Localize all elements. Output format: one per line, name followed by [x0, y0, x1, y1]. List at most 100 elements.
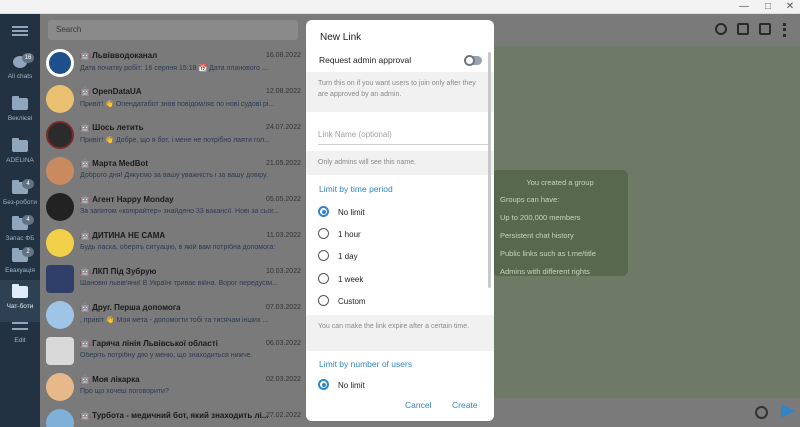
chat-name: 🤖 OpenDataUA [80, 87, 142, 96]
chat-preview: За запитом «копірайтер» знайдено 33 вака… [80, 208, 279, 215]
chat-row[interactable]: 🤖 Моя лікарка 02.03.2022 Про що хочеш по… [40, 370, 305, 406]
menu-icon[interactable] [12, 26, 28, 36]
chat-date: 05.05.2022 [265, 196, 301, 203]
radio-1-hour[interactable] [318, 228, 329, 239]
emoji-icon[interactable] [755, 406, 768, 419]
avatar [46, 193, 74, 221]
chat-name: 🤖 Шось летить [80, 123, 144, 132]
chat-name: 🤖 Агент Happy Monday [80, 195, 174, 204]
avatar [46, 265, 74, 293]
radio-custom[interactable] [318, 295, 329, 306]
send-icon[interactable] [781, 404, 795, 418]
radio-users-no-limit[interactable] [318, 379, 329, 390]
approval-hint: Turn this on if you want users to join o… [306, 72, 494, 112]
unread-badge: 4 [22, 215, 34, 225]
folder-label: Без-роботи [3, 199, 37, 206]
radio-label: Custom [338, 297, 366, 306]
folder-icon [12, 138, 28, 152]
folder-label: Чат-боти [6, 303, 34, 310]
maximize-button[interactable]: □ [756, 0, 780, 14]
approval-label: Request admin approval [319, 55, 412, 65]
radio-1-week[interactable] [318, 273, 329, 284]
group-info-line: Public links such as t.me/title [500, 249, 596, 258]
chat-name: 🤖 ЛКП Під Зубрую [80, 267, 157, 276]
chat-row[interactable]: 🤖 Друг. Перша допомога 07.03.2022 , прив… [40, 298, 305, 334]
group-info-line: Up to 200,000 members [500, 213, 581, 222]
approval-toggle[interactable] [464, 55, 482, 66]
folder-label: ADELINA [6, 157, 34, 164]
radio-label: No limit [338, 208, 365, 217]
dialog-scrollbar[interactable] [488, 52, 491, 288]
link-name-input[interactable]: Link Name (optional) [318, 130, 488, 145]
chat-date: 02.03.2022 [265, 376, 301, 383]
chat-date: 27.02.2022 [265, 412, 301, 419]
chat-date: 06.03.2022 [265, 340, 301, 347]
cancel-button[interactable]: Cancel [405, 400, 431, 410]
radio-no-limit[interactable] [318, 206, 329, 217]
radio-label: No limit [338, 381, 365, 390]
window-titlebar: — □ ✕ [0, 0, 800, 14]
create-button[interactable]: Create [452, 400, 478, 410]
unread-badge: 16 [22, 53, 34, 63]
chat-date: 16.08.2022 [265, 52, 301, 59]
avatar [46, 121, 74, 149]
chat-date: 24.07.2022 [265, 124, 301, 131]
folder-all-chats[interactable]: 16 All chats [0, 50, 40, 92]
folder-item[interactable]: Веклієві [0, 92, 40, 134]
edit-folders[interactable]: Edit [0, 314, 40, 356]
chat-preview: Привіт! 👋 Добре, що я бот, і мене не пот… [80, 137, 270, 144]
chat-row[interactable]: 🤖 OpenDataUA 12.08.2022 Привіт! 👋 Опенда… [40, 82, 305, 118]
dialog-title: New Link [320, 32, 362, 43]
chat-row[interactable]: 🤖 ДИТИНА НЕ САМА 11.03.2022 Будь ласка, … [40, 226, 305, 262]
chat-name: 🤖 Турбота - медичний бот, який знаходить… [80, 411, 269, 420]
search-icon[interactable] [715, 23, 727, 35]
avatar [46, 229, 74, 257]
folder-item[interactable]: ADELINA [0, 134, 40, 176]
folder-label: Евакуація [5, 267, 35, 274]
avatar [46, 49, 74, 77]
minimize-button[interactable]: — [732, 0, 756, 14]
new-link-dialog: New Link Request admin approval Turn thi… [306, 20, 494, 421]
chat-icon[interactable] [737, 23, 749, 35]
chat-name: 🤖 Друг. Перша допомога [80, 303, 181, 312]
close-window-button[interactable]: ✕ [778, 0, 800, 14]
chat-preview: Про що хочеш поговорити? [80, 388, 169, 395]
chat-preview: Дата початку робіт: 16 серпня 15:18 📆 Да… [80, 65, 268, 72]
chat-row[interactable]: 🤖 Турбота - медичний бот, який знаходить… [40, 406, 305, 427]
folder-icon [12, 96, 28, 110]
chat-preview: Доброго дня! Дякуємо за вашу уважність і… [80, 172, 268, 179]
folder-label: Запас ФБ [5, 235, 35, 242]
chat-name: 🤖 ДИТИНА НЕ САМА [80, 231, 166, 240]
chat-row[interactable]: 🤖 ЛКП Під Зубрую 10.03.2022 Шановні льві… [40, 262, 305, 298]
dialog-footer: Cancel Create [306, 390, 494, 421]
more-icon[interactable] [783, 23, 786, 37]
avatar [46, 85, 74, 113]
search-input[interactable]: Search [48, 20, 298, 40]
chat-row[interactable]: 🤖 Агент Happy Monday 05.05.2022 За запит… [40, 190, 305, 226]
chat-list: Search 🤖 Львівводоканал 16.08.2022 Дата … [40, 14, 305, 427]
chat-preview: Привіт! 👋 Опендатабот знов повідомляє по… [80, 101, 275, 108]
avatar [46, 337, 74, 365]
chat-date: 12.08.2022 [265, 88, 301, 95]
chat-date: 07.03.2022 [265, 304, 301, 311]
group-info-line: Admins with different rights [500, 267, 590, 276]
link-name-hint: Only admins will see this name. [306, 151, 494, 175]
folder-label: Edit [14, 337, 26, 344]
chat-date: 21.05.2022 [265, 160, 301, 167]
time-limit-hint: You can make the link expire after a cer… [306, 315, 494, 351]
sidebar-toggle-icon[interactable] [759, 23, 771, 35]
folder-icon [12, 284, 28, 298]
radio-1-day[interactable] [318, 250, 329, 261]
chat-row[interactable]: 🤖 Гаряча лінія Львівської області 06.03.… [40, 334, 305, 370]
chat-row[interactable]: 🤖 Львівводоканал 16.08.2022 Дата початку… [40, 46, 305, 82]
avatar [46, 373, 74, 401]
chat-preview: , привіт 👋 Моя мета - допомогти тобі та … [80, 317, 269, 324]
chat-preview: Оберіть потрібну дію у меню, що знаходит… [80, 352, 253, 359]
folder-rail: 16 All chats Веклієві ADELINA 4 Без-робо… [0, 14, 40, 427]
group-info-subtitle: Groups can have: [500, 195, 560, 204]
chat-row[interactable]: 🤖 Шось летить 24.07.2022 Привіт! 👋 Добре… [40, 118, 305, 154]
chat-date: 11.03.2022 [266, 232, 301, 239]
avatar [46, 301, 74, 329]
chat-row[interactable]: 🤖 Марта MedBot 21.05.2022 Доброго дня! Д… [40, 154, 305, 190]
group-info-line: Persistent chat history [500, 231, 574, 240]
